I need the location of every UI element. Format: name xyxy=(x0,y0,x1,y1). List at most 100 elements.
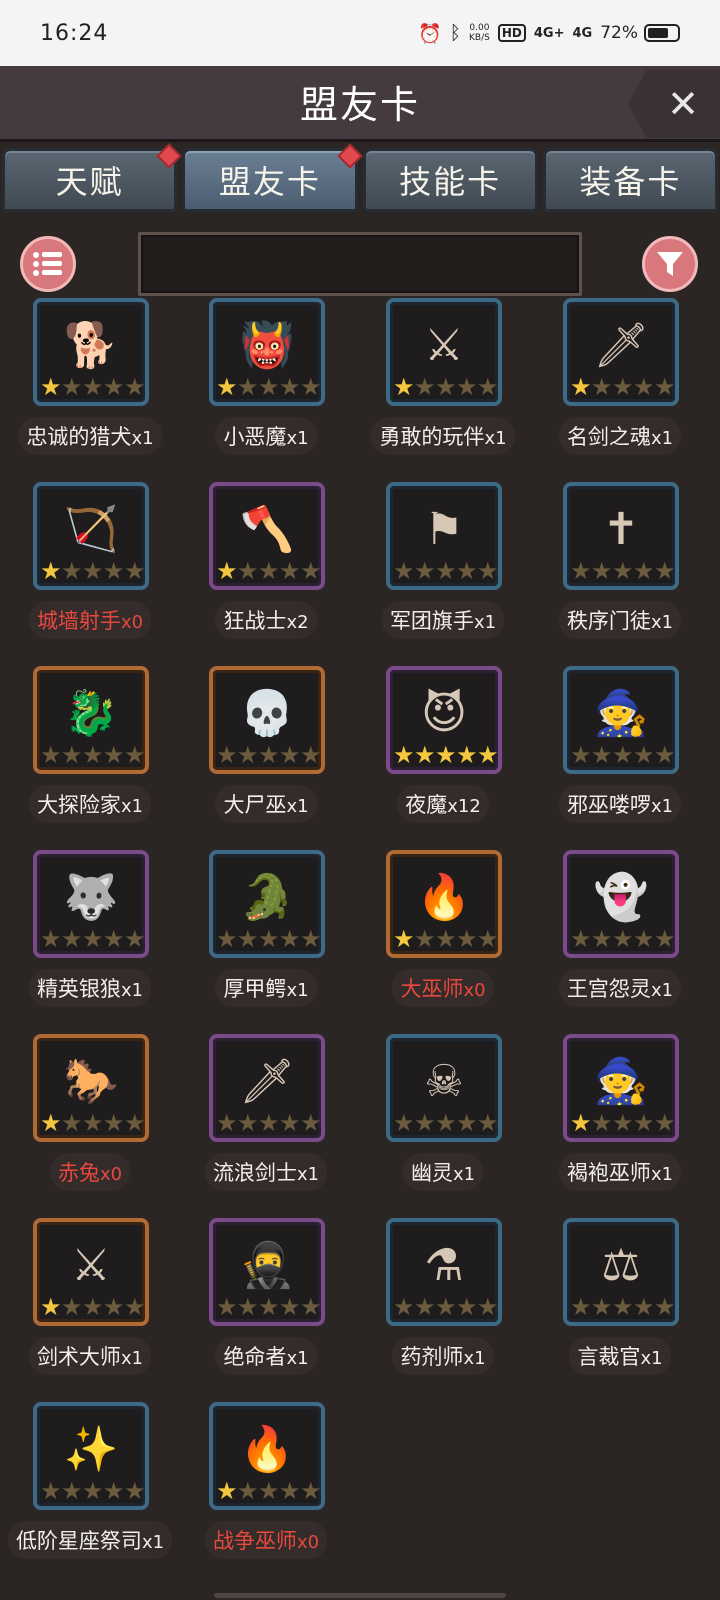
ally-card[interactable]: 🔥 ★ ★ ★ ★ ★ 大巫师x0 xyxy=(353,850,533,1034)
star-icon: ★ xyxy=(612,557,634,585)
card-label: 厚甲鳄x1 xyxy=(176,968,356,1008)
ally-card[interactable]: 🔥 ★ ★ ★ ★ ★ 战争巫师x0 xyxy=(176,1402,356,1586)
ally-card[interactable]: 👻 ★ ★ ★ ★ ★ 王宫怨灵x1 xyxy=(530,850,710,1034)
star-icon: ★ xyxy=(82,557,104,585)
ally-card[interactable]: 🐺 ★ ★ ★ ★ ★ 精英银狼x1 xyxy=(0,850,180,1034)
ally-card[interactable]: 🗡 ★ ★ ★ ★ ★ 流浪剑士x1 xyxy=(176,1034,356,1218)
ally-card[interactable]: ⚖ ★ ★ ★ ★ ★ 言裁官x1 xyxy=(530,1218,710,1402)
net-speed: 0.00 KB/S xyxy=(469,23,490,43)
ally-card[interactable]: 🪓 ★ ★ ★ ★ ★ 狂战士x2 xyxy=(176,482,356,666)
ally-card[interactable]: ⚔ ★ ★ ★ ★ ★ 勇敢的玩伴x1 xyxy=(353,298,533,482)
card-frame: 🧙 ★ ★ ★ ★ ★ xyxy=(563,666,679,774)
ally-card[interactable]: 💀 ★ ★ ★ ★ ★ 大尸巫x1 xyxy=(176,666,356,850)
star-icon: ★ xyxy=(124,373,146,401)
tab-1[interactable]: 盟友卡 xyxy=(182,143,363,212)
close-button[interactable]: ✕ xyxy=(628,70,720,138)
card-label-pill: 幽灵x1 xyxy=(402,1153,484,1191)
ally-card[interactable]: 🥷 ★ ★ ★ ★ ★ 绝命者x1 xyxy=(176,1218,356,1402)
filter-button[interactable] xyxy=(642,236,698,292)
star-icon: ★ xyxy=(258,741,280,769)
search-input[interactable] xyxy=(138,232,582,296)
card-frame: 🔥 ★ ★ ★ ★ ★ xyxy=(209,1402,325,1510)
ally-card[interactable]: 🧙 ★ ★ ★ ★ ★ 邪巫喽啰x1 xyxy=(530,666,710,850)
tab-0[interactable]: 天赋 xyxy=(2,143,182,212)
card-label-pill: 剑术大师x1 xyxy=(28,1337,152,1375)
ally-card[interactable]: ⚗ ★ ★ ★ ★ ★ 药剂师x1 xyxy=(353,1218,533,1402)
card-frame: 🗡 ★ ★ ★ ★ ★ xyxy=(209,1034,325,1142)
card-count: x2 xyxy=(286,612,309,633)
card-count: x1 xyxy=(463,1348,486,1369)
ally-card[interactable]: 🐎 ★ ★ ★ ★ ★ 赤兔x0 xyxy=(0,1034,180,1218)
ally-card[interactable]: 🐕 ★ ★ ★ ★ ★ 忠诚的猎犬x1 xyxy=(0,298,180,482)
tab-2[interactable]: 技能卡 xyxy=(362,148,538,212)
card-name: 幽灵 xyxy=(410,1161,453,1185)
ally-card[interactable]: 😈 ★ ★ ★ ★ ★ 夜魔x12 xyxy=(353,666,533,850)
star-rating: ★ ★ ★ ★ ★ xyxy=(393,927,498,951)
card-label-pill: 流浪剑士x1 xyxy=(204,1153,328,1191)
star-rating: ★ ★ ★ ★ ★ xyxy=(40,1111,145,1135)
ally-card[interactable]: 🧙 ★ ★ ★ ★ ★ 褐袍巫师x1 xyxy=(530,1034,710,1218)
star-rating: ★ ★ ★ ★ ★ xyxy=(570,559,675,583)
card-label: 大尸巫x1 xyxy=(176,784,356,824)
star-icon: ★ xyxy=(612,925,634,953)
ally-card[interactable]: 👹 ★ ★ ★ ★ ★ 小恶魔x1 xyxy=(176,298,356,482)
star-icon: ★ xyxy=(633,741,655,769)
star-icon: ★ xyxy=(456,1109,478,1137)
star-icon: ★ xyxy=(216,557,238,585)
ally-card[interactable]: 🐉 ★ ★ ★ ★ ★ 大探险家x1 xyxy=(0,666,180,850)
notification-dot-icon xyxy=(336,143,363,169)
star-icon: ★ xyxy=(300,557,322,585)
tab-bar: 天赋 盟友卡 技能卡 装备卡 xyxy=(2,143,718,212)
hd-badge: HD xyxy=(497,24,526,42)
card-name: 战争巫师 xyxy=(212,1529,297,1553)
card-name: 王宫怨灵 xyxy=(566,977,651,1001)
card-label: 狂战士x2 xyxy=(176,600,356,640)
card-name: 狂战士 xyxy=(223,609,287,633)
ally-card[interactable]: 🐊 ★ ★ ★ ★ ★ 厚甲鳄x1 xyxy=(176,850,356,1034)
star-icon: ★ xyxy=(216,373,238,401)
tab-label: 装备卡 xyxy=(579,163,682,201)
card-label: 名剑之魂x1 xyxy=(530,416,710,456)
star-icon: ★ xyxy=(414,925,436,953)
star-icon: ★ xyxy=(40,1109,62,1137)
ally-card[interactable]: ✨ ★ ★ ★ ★ ★ 低阶星座祭司x1 xyxy=(0,1402,180,1586)
card-label: 小恶魔x1 xyxy=(176,416,356,456)
net-speed-value: 0.00 xyxy=(469,23,490,33)
star-icon: ★ xyxy=(279,1109,301,1137)
ally-card[interactable]: ☠ ★ ★ ★ ★ ★ 幽灵x1 xyxy=(353,1034,533,1218)
star-icon: ★ xyxy=(393,741,415,769)
ally-card[interactable]: ⚔ ★ ★ ★ ★ ★ 剑术大师x1 xyxy=(0,1218,180,1402)
star-icon: ★ xyxy=(237,557,259,585)
star-rating: ★ ★ ★ ★ ★ xyxy=(40,1479,145,1503)
home-indicator[interactable] xyxy=(214,1593,506,1598)
battery: 72% xyxy=(600,23,680,43)
card-name: 赤兔 xyxy=(57,1161,100,1185)
card-label-pill: 绝命者x1 xyxy=(215,1337,317,1375)
star-icon: ★ xyxy=(300,1293,322,1321)
list-menu-button[interactable] xyxy=(20,236,76,292)
star-rating: ★ ★ ★ ★ ★ xyxy=(393,743,498,767)
card-label: 精英银狼x1 xyxy=(0,968,180,1008)
crocodile-icon: 🐊 xyxy=(239,872,295,923)
card-frame: 🗡 ★ ★ ★ ★ ★ xyxy=(563,298,679,406)
card-label: 剑术大师x1 xyxy=(0,1336,180,1376)
star-icon: ★ xyxy=(216,741,238,769)
star-icon: ★ xyxy=(591,557,613,585)
star-icon: ★ xyxy=(300,741,322,769)
ally-card[interactable]: ✝ ★ ★ ★ ★ ★ 秩序门徒x1 xyxy=(530,482,710,666)
star-icon: ★ xyxy=(103,373,125,401)
card-name: 秩序门徒 xyxy=(566,609,651,633)
ally-card[interactable]: ⚑ ★ ★ ★ ★ ★ 军团旗手x1 xyxy=(353,482,533,666)
card-frame: ⚑ ★ ★ ★ ★ ★ xyxy=(386,482,502,590)
star-icon: ★ xyxy=(258,925,280,953)
ally-card[interactable]: 🗡 ★ ★ ★ ★ ★ 名剑之魂x1 xyxy=(530,298,710,482)
star-icon: ★ xyxy=(570,557,592,585)
tab-3[interactable]: 装备卡 xyxy=(542,148,718,212)
card-count: x1 xyxy=(286,1348,309,1369)
star-icon: ★ xyxy=(258,1477,280,1505)
star-icon: ★ xyxy=(40,925,62,953)
ally-card[interactable]: 🏹 ★ ★ ★ ★ ★ 城墙射手x0 xyxy=(0,482,180,666)
star-rating: ★ ★ ★ ★ ★ xyxy=(40,927,145,951)
star-icon: ★ xyxy=(300,925,322,953)
star-rating: ★ ★ ★ ★ ★ xyxy=(216,375,321,399)
